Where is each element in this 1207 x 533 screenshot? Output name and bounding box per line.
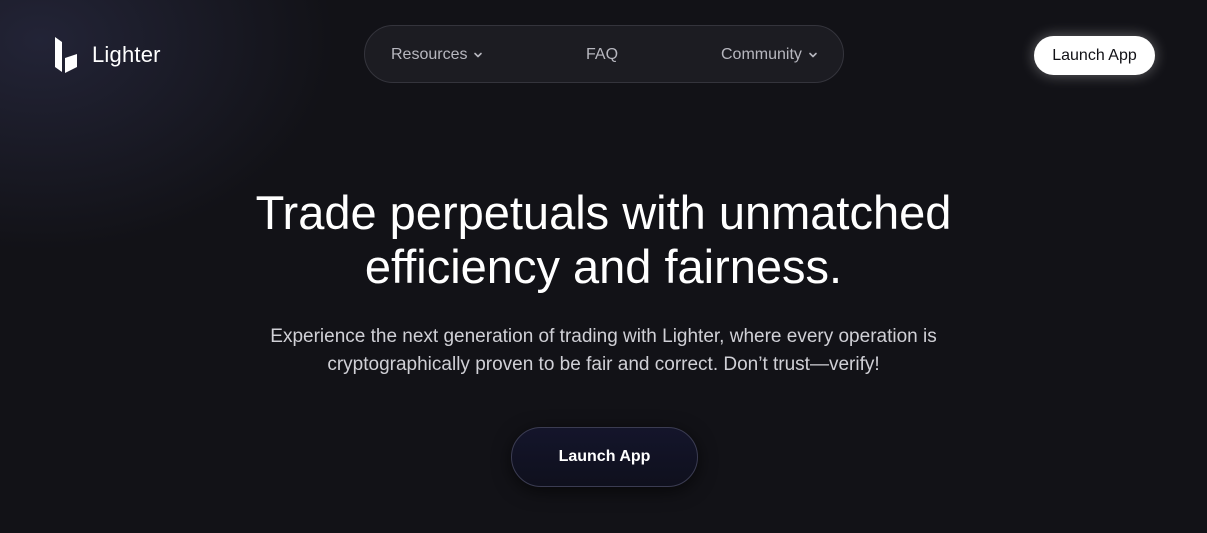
- hero-title-line-2: efficiency and fairness.: [364, 240, 843, 293]
- hero-subtitle: Experience the next generation of tradin…: [200, 323, 1007, 379]
- chevron-down-icon: [473, 50, 483, 60]
- nav-item-community[interactable]: Community: [721, 26, 818, 84]
- header-launch-app-button[interactable]: Launch App: [1034, 36, 1155, 75]
- hero-subtitle-line-1: Experience the next generation of tradin…: [270, 326, 937, 347]
- lighter-logo-icon: [54, 35, 78, 75]
- brand-name: Lighter: [92, 42, 161, 67]
- nav-item-resources[interactable]: Resources: [391, 26, 483, 84]
- nav-item-label: FAQ: [586, 46, 619, 63]
- chevron-down-icon: [808, 50, 818, 60]
- nav-item-faq[interactable]: FAQ: [586, 26, 618, 84]
- nav-item-label: Community: [721, 46, 802, 63]
- hero-title-line-1: Trade perpetuals with unmatched: [255, 186, 952, 239]
- brand-logo[interactable]: Lighter: [54, 35, 161, 75]
- nav-item-label: Resources: [391, 46, 468, 63]
- hero-title: Trade perpetuals with unmatched efficien…: [0, 186, 1207, 294]
- hero-subtitle-line-2: cryptographically proven to be fair and …: [327, 354, 880, 375]
- main-nav: Resources FAQ Community: [364, 25, 844, 83]
- hero-launch-app-button[interactable]: Launch App: [511, 427, 698, 487]
